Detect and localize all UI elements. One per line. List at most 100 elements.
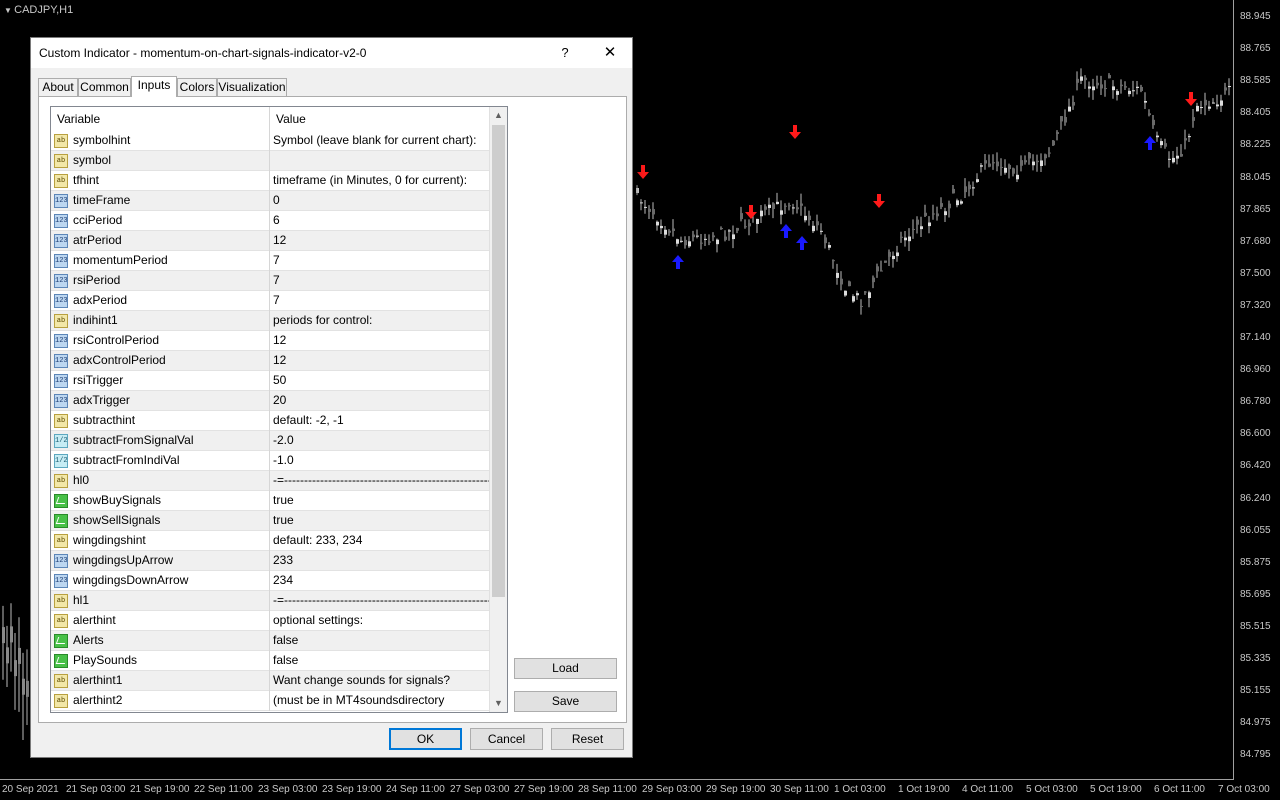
sell-signal-arrow-icon [789, 125, 801, 139]
value-cell[interactable]: 7 [270, 291, 489, 311]
table-row[interactable]: 1/2 subtractFromIndiVal -1.0 [51, 451, 489, 471]
time-tick-label: 21 Sep 19:00 [130, 784, 190, 795]
table-row[interactable]: 123 adxControlPeriod 12 [51, 351, 489, 371]
cancel-button[interactable]: Cancel [470, 728, 543, 750]
column-header-variable[interactable]: Variable [51, 107, 270, 131]
variable-name: wingdingsDownArrow [73, 573, 189, 587]
candle-body [844, 290, 847, 296]
ok-button[interactable]: OK [389, 728, 462, 750]
table-row[interactable]: ab wingdingshint default: 233, 234 [51, 531, 489, 551]
load-button[interactable]: Load [514, 658, 617, 679]
variable-cell: 123 adxPeriod [51, 291, 270, 311]
tab-inputs[interactable]: Inputs [131, 76, 177, 97]
value-cell[interactable]: true [270, 491, 489, 511]
candle-body [672, 228, 675, 231]
table-row[interactable]: 123 momentumPeriod 7 [51, 251, 489, 271]
value-cell[interactable]: false [270, 651, 489, 671]
value-cell[interactable]: 50 [270, 371, 489, 391]
value-cell[interactable]: -1.0 [270, 451, 489, 471]
save-button[interactable]: Save [514, 691, 617, 712]
table-row[interactable]: showSellSignals true [51, 511, 489, 531]
value-cell[interactable]: -=--------------------------------------… [270, 471, 489, 491]
column-header-value[interactable]: Value [270, 107, 489, 131]
value-cell[interactable]: -2.0 [270, 431, 489, 451]
value-cell[interactable]: 12 [270, 331, 489, 351]
scroll-up-arrow-icon[interactable]: ▲ [490, 107, 507, 124]
value-cell[interactable]: 234 [270, 571, 489, 591]
table-row[interactable]: 123 adxPeriod 7 [51, 291, 489, 311]
table-row[interactable]: 123 adxTrigger 20 [51, 391, 489, 411]
help-button[interactable]: ? [553, 42, 577, 64]
value-cell[interactable]: timeframe (in Minutes, 0 for current): [270, 171, 489, 191]
value-cell[interactable] [270, 151, 489, 171]
value-cell[interactable]: 20 [270, 391, 489, 411]
table-row[interactable]: 123 rsiPeriod 7 [51, 271, 489, 291]
table-row[interactable]: 123 rsiTrigger 50 [51, 371, 489, 391]
value-cell[interactable]: (must be in MT4soundsdirectory [270, 691, 489, 711]
close-button[interactable]: ✕ [597, 42, 623, 64]
value-cell[interactable]: default: 233, 234 [270, 531, 489, 551]
value-cell[interactable]: 12 [270, 351, 489, 371]
value-cell[interactable]: 12 [270, 231, 489, 251]
table-row[interactable]: 123 cciPeriod 6 [51, 211, 489, 231]
reset-button[interactable]: Reset [551, 728, 624, 750]
table-row[interactable]: 123 wingdingsUpArrow 233 [51, 551, 489, 571]
chart-menu-triangle-icon[interactable]: ▼ [4, 6, 14, 15]
variable-cell: 123 adxControlPeriod [51, 351, 270, 371]
table-row[interactable]: 123 atrPeriod 12 [51, 231, 489, 251]
value-cell[interactable]: 233 [270, 551, 489, 571]
table-row[interactable]: 123 timeFrame 0 [51, 191, 489, 211]
value-cell[interactable]: -=--------------------------------------… [270, 591, 489, 611]
table-row[interactable]: ab symbol [51, 151, 489, 171]
candle-body [1104, 88, 1107, 90]
table-row[interactable]: ab alerthint2 (must be in MT4soundsdirecto… [51, 691, 489, 711]
value-cell[interactable]: periods for control: [270, 311, 489, 331]
value-cell[interactable]: 0 [270, 191, 489, 211]
candle-body [1200, 107, 1203, 109]
table-row[interactable]: showBuySignals true [51, 491, 489, 511]
scroll-thumb[interactable] [492, 125, 505, 597]
price-tick-label: 87.680 [1240, 235, 1271, 247]
tab-visualization[interactable]: Visualization [217, 78, 287, 96]
value-cell[interactable]: optional settings: [270, 611, 489, 631]
value-cell[interactable]: true [270, 511, 489, 531]
candle-body [808, 215, 811, 221]
value-cell[interactable]: 7 [270, 271, 489, 291]
grid-scrollbar[interactable]: ▲ ▼ [489, 107, 507, 712]
candle-body [832, 260, 835, 262]
value-cell[interactable]: 7 [270, 251, 489, 271]
candle-body [1152, 119, 1155, 126]
table-row[interactable]: ab symbolhint Symbol (leave blank for curr… [51, 131, 489, 151]
table-row[interactable]: ab tfhint timeframe (in Minutes, 0 for cur… [51, 171, 489, 191]
table-row[interactable]: 1/2 subtractFromSignalVal -2.0 [51, 431, 489, 451]
table-row[interactable]: 123 wingdingsDownArrow 234 [51, 571, 489, 591]
time-tick-label: 27 Sep 03:00 [450, 784, 510, 795]
value-cell[interactable]: Want change sounds for signals? [270, 671, 489, 691]
table-row[interactable]: 123 rsiControlPeriod 12 [51, 331, 489, 351]
value-cell[interactable]: Symbol (leave blank for current chart): [270, 131, 489, 151]
value-cell[interactable]: default: -2, -1 [270, 411, 489, 431]
candle-body [976, 179, 979, 182]
candle-body [720, 227, 723, 230]
table-row[interactable]: ab hl1 -=---------------------------------… [51, 591, 489, 611]
dialog-titlebar[interactable]: Custom Indicator - momentum-on-chart-sig… [31, 38, 632, 68]
candle-body [860, 305, 863, 307]
table-row[interactable]: ab alerthint optional settings: [51, 611, 489, 631]
str-type-icon: ab [54, 674, 68, 688]
table-row[interactable]: ab hl0 -=---------------------------------… [51, 471, 489, 491]
table-row[interactable]: ab indihint1 periods for control: [51, 311, 489, 331]
candle-body [1056, 132, 1059, 134]
dbl-type-icon: 1/2 [54, 454, 68, 468]
tab-colors[interactable]: Colors [177, 78, 217, 96]
table-row[interactable]: Alerts false [51, 631, 489, 651]
table-row[interactable]: ab alerthint1 Want change sounds for signa… [51, 671, 489, 691]
value-cell[interactable]: false [270, 631, 489, 651]
candle-body [644, 206, 647, 208]
variable-cell: 123 atrPeriod [51, 231, 270, 251]
value-cell[interactable]: 6 [270, 211, 489, 231]
table-row[interactable]: PlaySounds false [51, 651, 489, 671]
tab-about[interactable]: About [38, 78, 78, 96]
table-row[interactable]: ab subtracthint default: -2, -1 [51, 411, 489, 431]
tab-common[interactable]: Common [78, 78, 131, 96]
scroll-down-arrow-icon[interactable]: ▼ [490, 695, 507, 712]
